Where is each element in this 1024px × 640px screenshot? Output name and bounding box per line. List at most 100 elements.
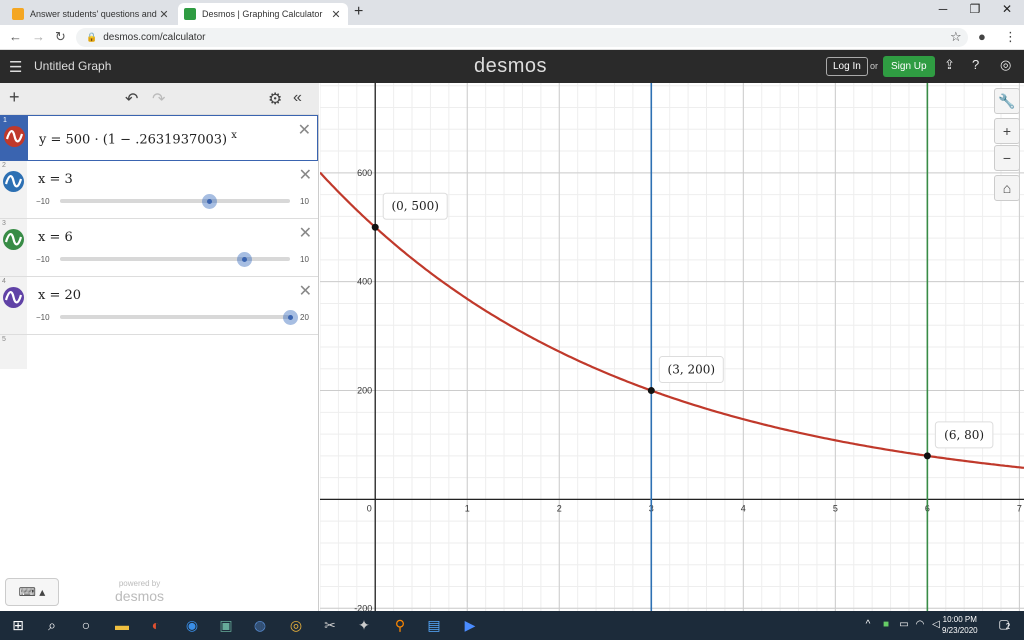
windows-start-icon[interactable]: ⊞: [8, 617, 28, 634]
browser-tab-answer-questions[interactable]: Answer students' questions and e ✕: [6, 3, 176, 25]
expression-index: 5: [2, 336, 6, 343]
delete-expression-icon[interactable]: ✕: [298, 120, 311, 140]
add-expression-icon[interactable]: +: [9, 87, 20, 108]
delete-expression-icon[interactable]: ✕: [299, 281, 312, 301]
expression-item-2[interactable]: 2 x = 3 ✕ −10 10: [0, 161, 318, 219]
forward-icon[interactable]: →: [32, 29, 45, 44]
x-tick-label: 5: [833, 503, 838, 513]
search-icon[interactable]: ⌕: [42, 617, 62, 634]
slider-thumb[interactable]: [237, 252, 252, 267]
settings-gear-icon[interactable]: ⚙: [268, 89, 282, 109]
slider-track[interactable]: [60, 199, 290, 203]
slider-track[interactable]: [60, 257, 290, 261]
expression-latex[interactable]: y = 500 · (1 − .2631937003) x: [39, 130, 237, 147]
graph-settings-wrench-icon[interactable]: 🔧: [994, 88, 1020, 114]
app-icon[interactable]: ▣: [216, 617, 236, 634]
app-icon[interactable]: ▤: [424, 617, 444, 634]
expression-tag[interactable]: 4: [0, 277, 27, 334]
point-label: (0, 500): [391, 199, 439, 213]
app-icon[interactable]: ✂: [320, 617, 340, 634]
share-icon[interactable]: ⇪: [944, 57, 955, 73]
y-tick-label: 600: [357, 168, 372, 178]
file-explorer-icon[interactable]: ▬: [112, 617, 132, 633]
expression-latex[interactable]: x = 3: [38, 172, 73, 187]
delete-expression-icon[interactable]: ✕: [299, 223, 312, 243]
profile-icon[interactable]: ●: [978, 29, 986, 44]
graph-canvas[interactable]: 01234567600400200-200(0, 500)(3, 200)(6,…: [320, 83, 1024, 611]
powered-by-desmos: powered by desmos: [115, 579, 164, 604]
task-view-icon[interactable]: ○: [76, 617, 96, 633]
globe-icon[interactable]: ◎: [1000, 57, 1011, 73]
slider-thumb[interactable]: [283, 310, 298, 325]
slider-track[interactable]: [60, 315, 290, 319]
menu-dots-icon[interactable]: ⋮: [1004, 29, 1017, 45]
clock-date: 9/23/2020: [942, 626, 978, 635]
tab-favicon-icon: [184, 8, 196, 20]
close-tab-icon[interactable]: ✕: [158, 8, 170, 21]
slider-min[interactable]: −10: [36, 255, 50, 264]
taskbar-clock[interactable]: 10:00 PM 9/23/2020: [942, 614, 978, 636]
x-tick-label: 4: [741, 503, 746, 513]
expression-tag[interactable]: 2: [0, 161, 27, 218]
desmos-logo: desmos: [474, 55, 548, 77]
zoom-app-icon[interactable]: ▶: [460, 617, 480, 634]
collapse-panel-icon[interactable]: «: [293, 89, 302, 107]
app-icon[interactable]: ◐: [146, 617, 166, 633]
zoom-in-button[interactable]: +: [994, 118, 1020, 144]
point-marker[interactable]: [647, 387, 655, 395]
tray-app-icon[interactable]: ■: [876, 619, 896, 630]
browser-tab-strip: Answer students' questions and e ✕ Desmo…: [0, 0, 1024, 25]
expression-latex[interactable]: x = 20: [38, 288, 81, 303]
bookmark-star-icon[interactable]: ☆: [950, 29, 962, 45]
expression-item-4[interactable]: 4 x = 20 ✕ −10 20: [0, 277, 318, 335]
undo-icon[interactable]: ↶: [125, 89, 138, 109]
curve-color-icon[interactable]: [4, 126, 25, 147]
slider-max[interactable]: 10: [300, 197, 309, 206]
close-window-icon[interactable]: ✕: [992, 2, 1022, 16]
close-tab-icon[interactable]: ✕: [330, 8, 342, 21]
keyboard-toggle-button[interactable]: ⌨ ▴: [5, 578, 59, 606]
expression-item-3[interactable]: 3 x = 6 ✕ −10 10: [0, 219, 318, 277]
slider-max[interactable]: 20: [300, 313, 309, 322]
app-icon[interactable]: ◍: [250, 617, 270, 634]
url-text: desmos.com/calculator: [103, 32, 206, 43]
home-icon[interactable]: ⌂: [994, 175, 1020, 201]
expression-item-5[interactable]: 5: [0, 335, 318, 369]
back-icon[interactable]: ←: [9, 29, 22, 44]
chrome-icon[interactable]: ◎: [286, 617, 306, 634]
delete-expression-icon[interactable]: ✕: [299, 165, 312, 185]
hamburger-menu-icon[interactable]: ☰: [9, 58, 22, 76]
restore-icon[interactable]: ❐: [960, 2, 990, 16]
slider-max[interactable]: 10: [300, 255, 309, 264]
new-tab-icon[interactable]: +: [354, 3, 363, 21]
search-app-icon[interactable]: ⚲: [390, 617, 410, 634]
signup-button[interactable]: Sign Up: [883, 56, 935, 77]
slider-min[interactable]: −10: [36, 197, 50, 206]
curve-color-icon[interactable]: [3, 171, 24, 192]
help-icon[interactable]: ?: [972, 57, 979, 72]
reload-icon[interactable]: ↻: [55, 29, 66, 45]
expression-tag[interactable]: 3: [0, 219, 27, 276]
curve-color-icon[interactable]: [3, 287, 24, 308]
point-marker[interactable]: [923, 452, 931, 460]
graph-title[interactable]: Untitled Graph: [34, 59, 111, 73]
expression-latex[interactable]: x = 6: [38, 230, 73, 245]
edge-icon[interactable]: ◉: [182, 617, 202, 634]
graph-paper[interactable]: 01234567600400200-200(0, 500)(3, 200)(6,…: [320, 83, 1024, 611]
browser-tab-desmos[interactable]: Desmos | Graphing Calculator ✕: [178, 3, 348, 25]
expression-item-1[interactable]: 1 y = 500 · (1 − .2631937003) x ✕: [0, 115, 318, 161]
slider-min[interactable]: −10: [36, 313, 50, 322]
login-button[interactable]: Log In: [826, 57, 868, 76]
expression-tag[interactable]: 5: [0, 335, 27, 369]
app-icon[interactable]: ✦: [354, 617, 374, 634]
redo-icon[interactable]: ↷: [152, 89, 165, 109]
expression-tag[interactable]: 1: [1, 116, 28, 160]
slider-thumb[interactable]: [202, 194, 217, 209]
y-tick-label: 400: [357, 277, 372, 287]
zoom-out-button[interactable]: −: [994, 145, 1020, 171]
curve-color-icon[interactable]: [3, 229, 24, 250]
point-marker[interactable]: [371, 223, 379, 231]
tray-arrow-icon[interactable]: ^: [858, 619, 878, 630]
minimize-icon[interactable]: ─: [928, 2, 958, 16]
url-field[interactable]: 🔒 desmos.com/calculator: [76, 28, 968, 47]
